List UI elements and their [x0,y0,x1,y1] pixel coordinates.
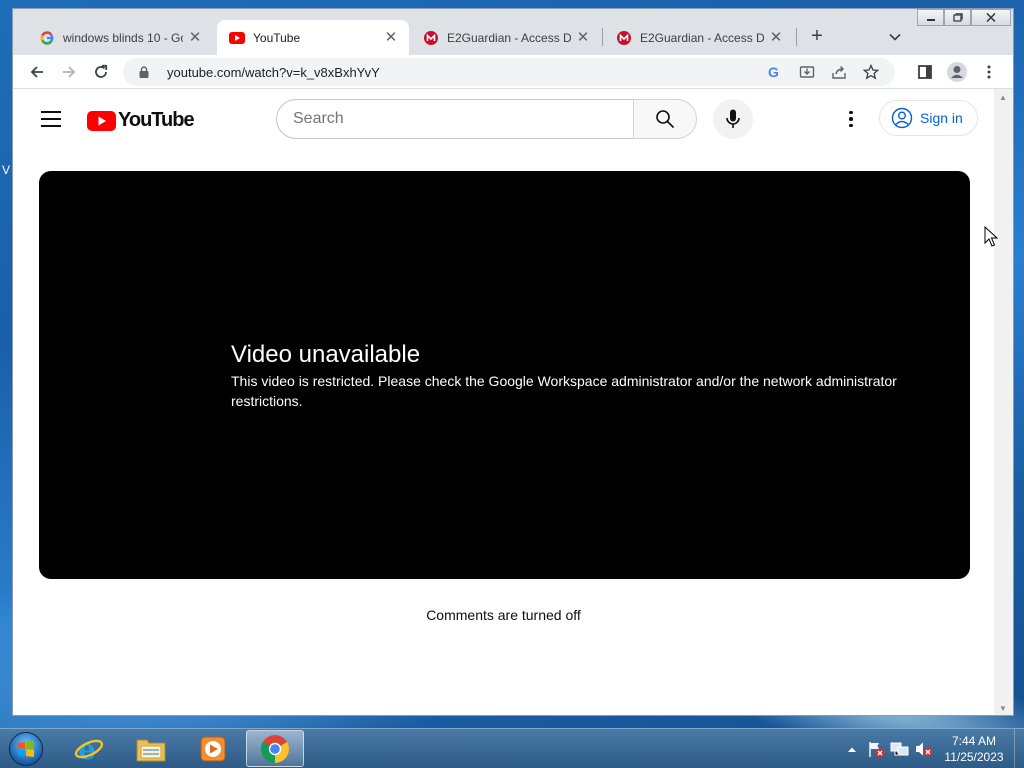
scroll-down-icon[interactable]: ▼ [999,704,1007,713]
window-controls [917,9,1011,29]
google-lens-icon[interactable]: G [759,60,791,84]
action-center-flag-icon[interactable] [864,739,888,759]
browser-toolbar: youtube.com/watch?v=k_v8xBxhYvY G [13,55,1013,89]
share-icon[interactable] [823,60,855,84]
svg-text:e: e [78,734,96,764]
taskbar-file-explorer[interactable] [122,730,180,767]
voice-search-button[interactable] [713,99,753,139]
new-tab-button[interactable]: + [805,25,829,49]
youtube-wordmark: YouTube [118,109,195,131]
lock-icon[interactable] [135,66,153,78]
close-tab-icon[interactable]: ✕ [768,29,784,46]
google-icon [39,30,55,46]
clock-date: 11/25/2023 [944,750,1004,764]
scroll-up-icon[interactable]: ▲ [999,93,1007,102]
sign-in-label: Sign in [920,110,963,126]
reload-button[interactable] [89,60,113,84]
guide-menu-button[interactable] [39,107,63,131]
search-button[interactable] [633,99,697,139]
close-tab-icon[interactable]: ✕ [575,29,591,46]
menu-kebab-icon [987,65,991,79]
video-player[interactable]: Video unavailable This video is restrict… [39,171,970,579]
e2guardian-icon [616,30,632,46]
tab-title: E2Guardian - Access Denied [640,30,764,45]
install-icon[interactable] [791,60,823,84]
search-input[interactable] [276,99,634,139]
start-button[interactable] [6,731,46,767]
show-desktop-button[interactable] [1014,729,1024,768]
hamburger-icon [41,111,61,113]
minimize-button[interactable] [917,9,944,26]
web-page: YouTube Sign in Video unavailable This v… [13,89,994,715]
network-icon[interactable] [888,739,912,759]
forward-button[interactable] [57,60,81,84]
internet-explorer-icon: e [74,734,104,764]
svg-text:G: G [768,65,779,79]
chrome-menu-button[interactable] [977,60,1001,84]
youtube-play-icon [87,110,116,131]
url-text: youtube.com/watch?v=k_v8xBxhYvY [167,64,380,80]
taskbar-internet-explorer[interactable]: e [60,730,118,767]
side-panel-icon [918,65,932,79]
profile-button[interactable] [945,60,969,84]
tab-title: YouTube [253,30,301,45]
tab-youtube[interactable]: YouTube ✕ [217,20,409,55]
taskbar-chrome[interactable] [246,730,304,767]
taskbar: e 7:44 AM 11/25/2023 [0,728,1024,768]
microphone-icon [726,109,740,128]
search-icon [656,110,675,129]
tab-strip: windows blinds 10 - Google ✕ YouTube ✕ E… [13,9,1013,55]
comments-status: Comments are turned off [426,607,581,623]
e2guardian-icon [423,30,439,46]
windows-logo-icon [9,732,43,766]
address-bar[interactable]: youtube.com/watch?v=k_v8xBxhYvY G [123,58,895,86]
tab-title: E2Guardian - Access Denied [447,30,571,45]
omnibox-actions: G [759,60,887,84]
tab-separator [602,28,603,46]
close-tab-icon[interactable]: ✕ [187,29,203,46]
taskbar-media-player[interactable] [184,730,242,767]
player-error-title: Video unavailable [231,341,421,368]
youtube-icon [229,30,245,46]
show-hidden-icons-icon[interactable] [840,739,864,759]
volume-muted-icon[interactable] [912,739,936,759]
back-button[interactable] [25,60,49,84]
tab-e2guardian-2[interactable]: E2Guardian - Access Denied ✕ [604,20,794,55]
youtube-logo[interactable]: YouTube [87,109,195,132]
bookmark-star-icon[interactable] [855,60,887,84]
tab-separator [796,28,797,46]
tab-title: windows blinds 10 - Google [63,30,183,45]
mouse-cursor-icon [984,226,998,247]
side-panel-button[interactable] [913,60,937,84]
sign-in-button[interactable]: Sign in [879,100,978,136]
system-tray [840,729,936,768]
forward-icon [63,66,76,78]
tab-e2guardian-1[interactable]: E2Guardian - Access Denied ✕ [411,20,601,55]
close-window-button[interactable] [971,9,1011,26]
system-clock[interactable]: 7:44 AM 11/25/2023 [936,733,1012,765]
settings-more-button[interactable] [839,107,863,131]
tab-search-button[interactable] [883,25,907,49]
chevron-down-icon [889,33,901,41]
reload-icon [95,64,108,78]
profile-icon [947,62,967,82]
tab-google-search[interactable]: windows blinds 10 - Google ✕ [27,20,213,55]
file-explorer-icon [136,739,166,761]
restore-button[interactable] [944,9,971,26]
browser-window: windows blinds 10 - Google ✕ YouTube ✕ E… [12,8,1014,716]
player-error-message: This video is restricted. Please check t… [231,373,897,409]
more-vert-icon [849,110,853,115]
close-tab-icon[interactable]: ✕ [383,29,399,46]
desktop-icon-label-fragment: V [2,163,11,177]
account-circle-icon [890,106,914,130]
clock-time: 7:44 AM [951,734,997,748]
page-scrollbar[interactable]: ▲ ▼ [994,89,1013,715]
chrome-icon [261,734,289,763]
back-icon [30,66,43,78]
media-player-icon [200,736,226,761]
